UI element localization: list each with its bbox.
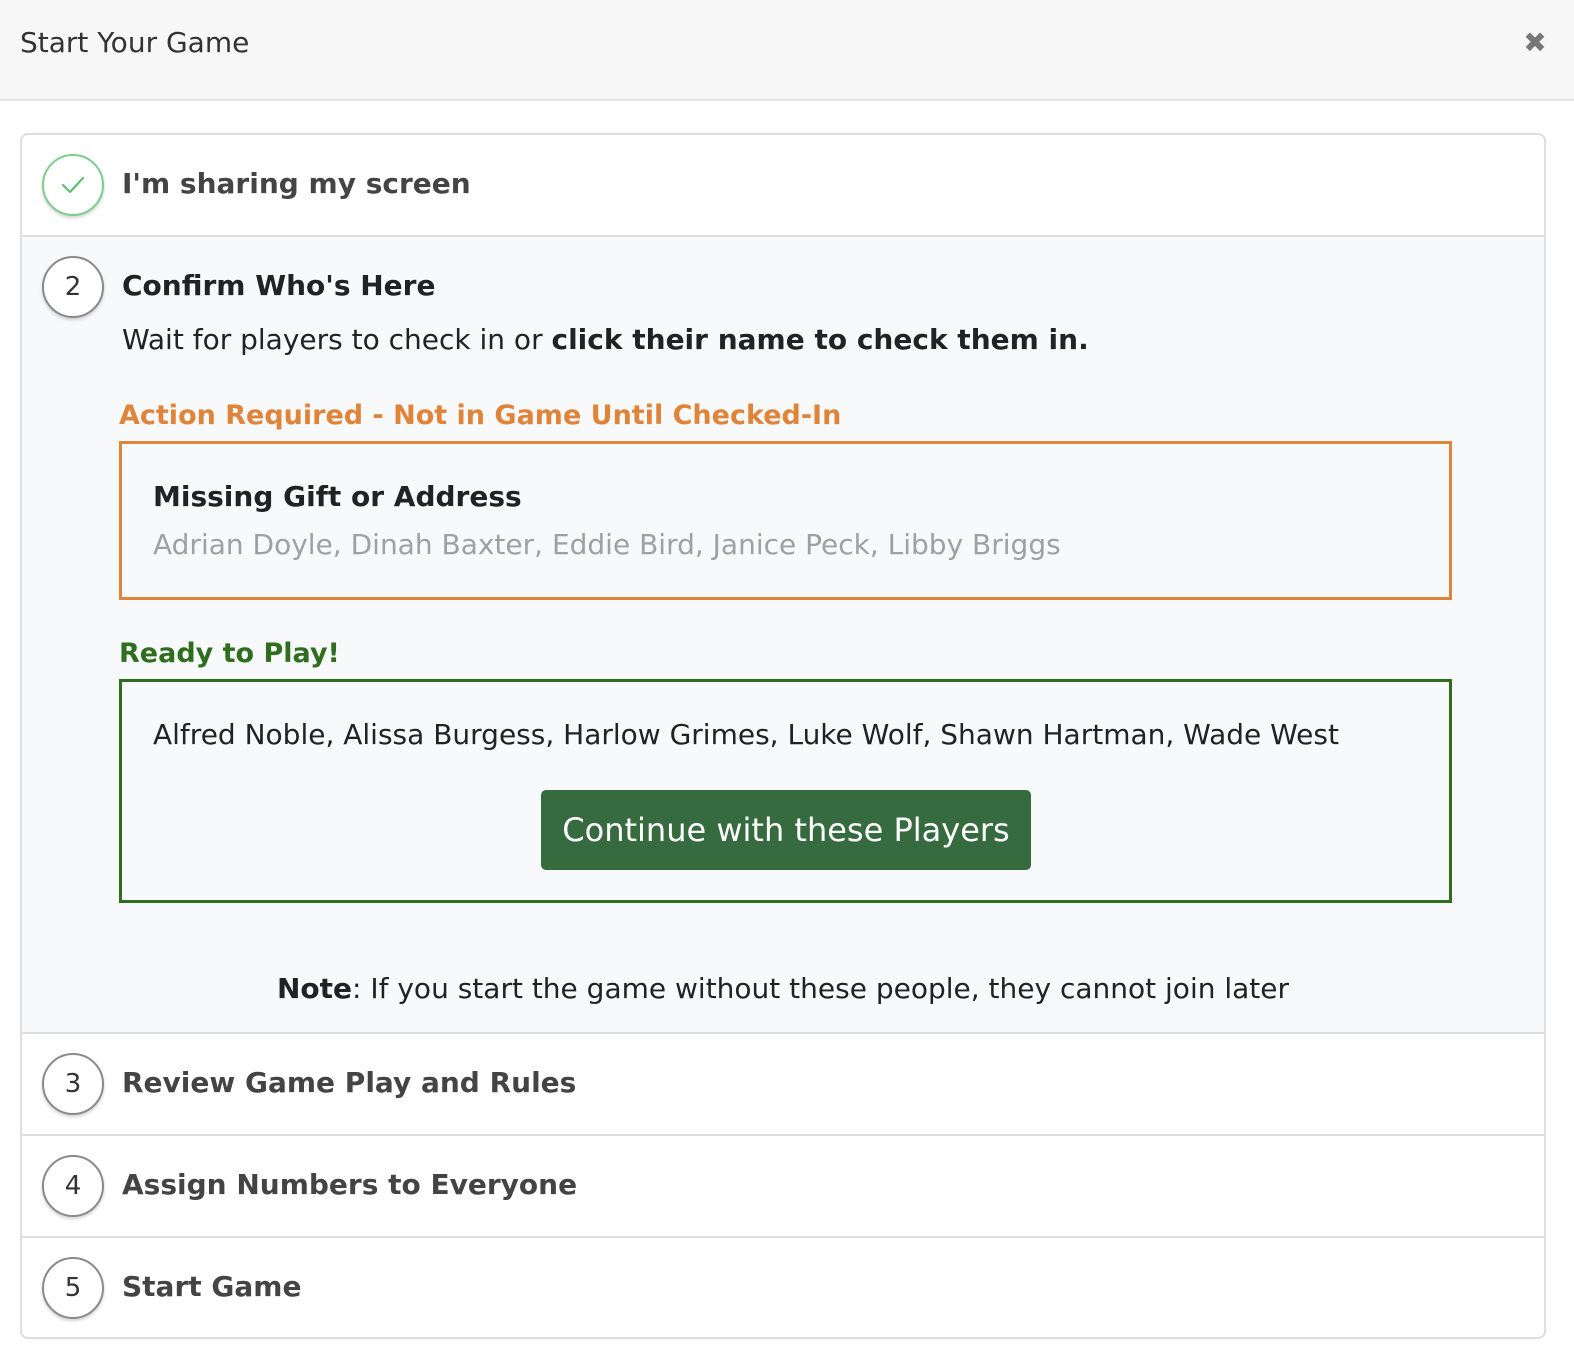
close-icon[interactable]: ✖ (1520, 26, 1550, 60)
step-confirm-whos-here: 2 Confirm Who's Here Wait for players to… (22, 237, 1544, 1034)
step-share-screen[interactable]: I'm sharing my screen (22, 135, 1544, 237)
ready-players-list: Alfred Noble, Alissa Burgess, Harlow Gri… (153, 718, 1339, 751)
step-title: I'm sharing my screen (122, 167, 471, 200)
note-text: : If you start the game without these pe… (352, 972, 1290, 1005)
instruction-bold-text: click their name to check them in. (551, 323, 1089, 356)
start-note: Note: If you start the game without thes… (22, 972, 1544, 1005)
step-assign-numbers[interactable]: 4 Assign Numbers to Everyone (22, 1136, 1544, 1238)
step-title: Start Game (122, 1270, 302, 1303)
step-title: Confirm Who's Here (122, 269, 436, 302)
continue-with-players-button[interactable]: Continue with these Players (541, 790, 1031, 870)
modal-title: Start Your Game (20, 26, 250, 59)
modal-header: Start Your Game ✖ (0, 0, 1574, 101)
step-instruction: Wait for players to check in or click th… (122, 323, 1089, 356)
missing-gift-title: Missing Gift or Address (153, 480, 522, 513)
ready-players-box: Alfred Noble, Alissa Burgess, Harlow Gri… (119, 679, 1452, 903)
step-number: 2 (42, 256, 104, 318)
note-bold-label: Note (276, 972, 353, 1005)
step-number: 3 (42, 1053, 104, 1115)
instruction-text: Wait for players to check in or (122, 323, 552, 356)
step-review-rules[interactable]: 3 Review Game Play and Rules (22, 1034, 1544, 1136)
steps-accordion: I'm sharing my screen 2 Confirm Who's He… (20, 133, 1546, 1339)
step-number: 5 (42, 1257, 104, 1319)
step-number: 4 (42, 1155, 104, 1217)
step-title: Review Game Play and Rules (122, 1066, 577, 1099)
missing-gift-box: Missing Gift or Address Adrian Doyle, Di… (119, 441, 1452, 600)
ready-to-play-label: Ready to Play! (119, 638, 340, 669)
step-start-game[interactable]: 5 Start Game (22, 1238, 1544, 1337)
step-complete-check-icon (42, 154, 104, 216)
missing-players-list[interactable]: Adrian Doyle, Dinah Baxter, Eddie Bird, … (153, 528, 1061, 561)
action-required-label: Action Required - Not in Game Until Chec… (119, 400, 842, 431)
step-title: Assign Numbers to Everyone (122, 1168, 578, 1201)
